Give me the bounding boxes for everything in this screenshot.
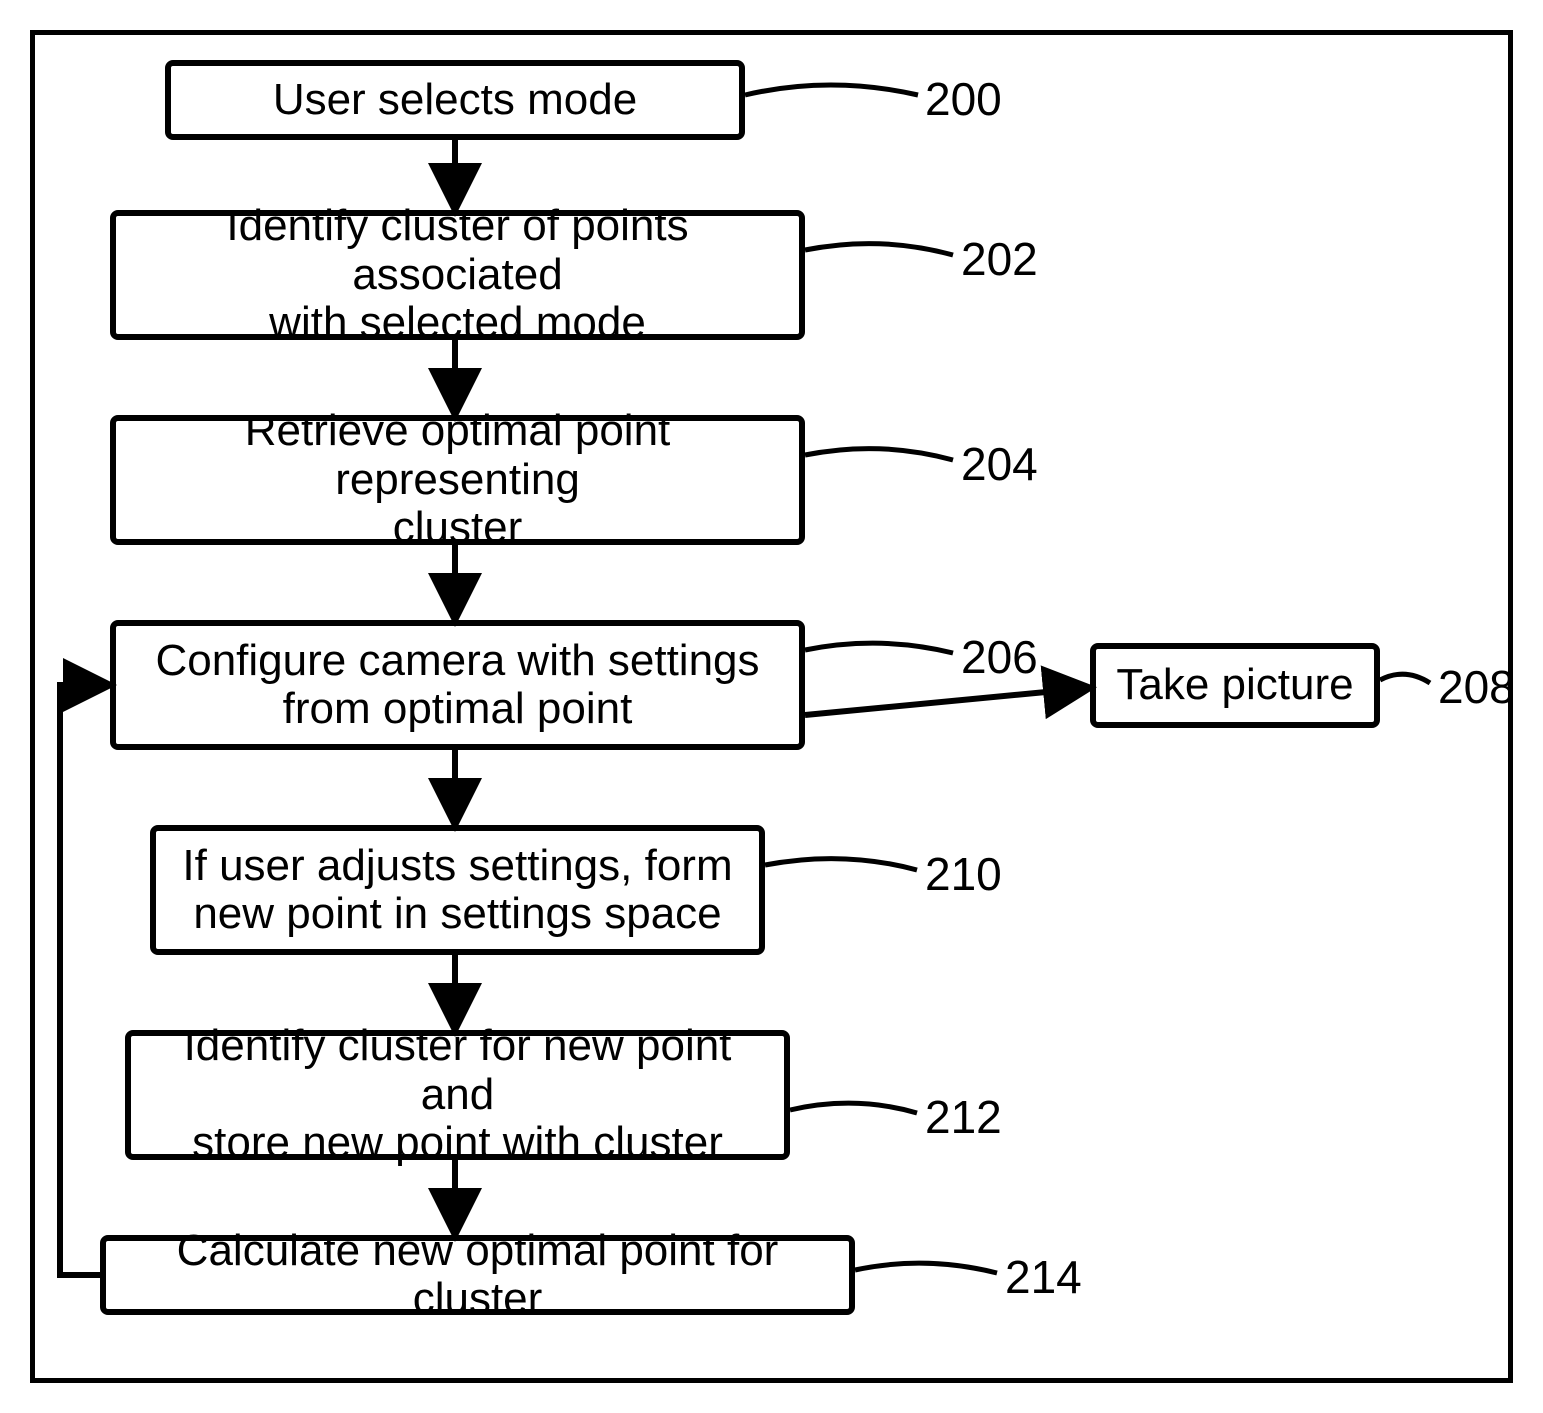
ref-label-200: 200 [925, 72, 1002, 126]
ref-label-208: 208 [1438, 660, 1515, 714]
ref-label-204: 204 [961, 437, 1038, 491]
step-text: Identify cluster for new point andstore … [151, 1022, 764, 1167]
step-box-214: Calculate new optimal point for cluster [100, 1235, 855, 1315]
ref-label-202: 202 [961, 232, 1038, 286]
step-box-202: Identify cluster of points associatedwit… [110, 210, 805, 340]
ref-label-210: 210 [925, 847, 1002, 901]
step-text: Calculate new optimal point for cluster [126, 1227, 829, 1324]
step-box-208: Take picture [1090, 643, 1380, 728]
step-text: If user adjusts settings, formnew point … [182, 842, 732, 939]
step-text: Configure camera with settingsfrom optim… [155, 637, 759, 734]
step-box-210: If user adjusts settings, formnew point … [150, 825, 765, 955]
step-text: Take picture [1116, 661, 1353, 709]
ref-label-212: 212 [925, 1090, 1002, 1144]
ref-label-206: 206 [961, 630, 1038, 684]
step-text: Identify cluster of points associatedwit… [136, 202, 779, 347]
flowchart-canvas: User selects mode Identify cluster of po… [0, 0, 1543, 1413]
step-box-206: Configure camera with settingsfrom optim… [110, 620, 805, 750]
step-box-212: Identify cluster for new point andstore … [125, 1030, 790, 1160]
step-text: User selects mode [273, 76, 637, 124]
step-box-204: Retrieve optimal point representingclust… [110, 415, 805, 545]
step-box-200: User selects mode [165, 60, 745, 140]
step-text: Retrieve optimal point representingclust… [136, 407, 779, 552]
ref-label-214: 214 [1005, 1250, 1082, 1304]
